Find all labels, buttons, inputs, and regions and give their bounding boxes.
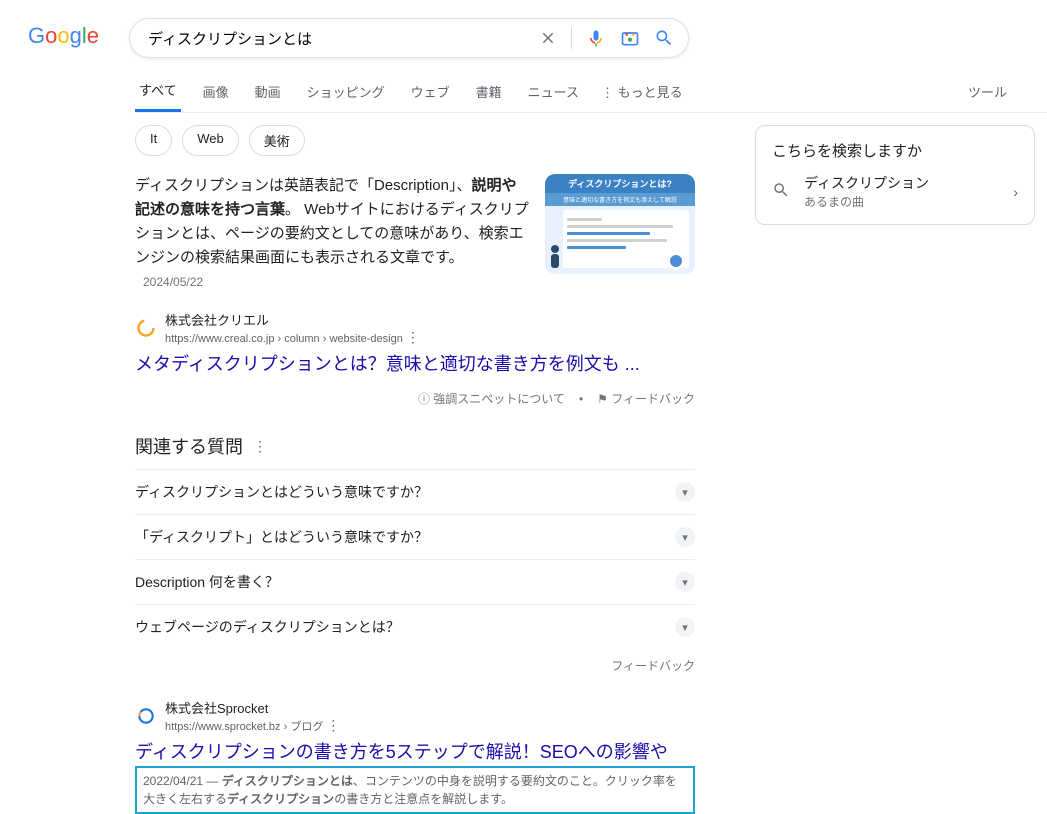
tab-books[interactable]: 書籍: [472, 82, 506, 111]
tab-web[interactable]: ウェブ: [407, 82, 454, 111]
paa-item[interactable]: ウェブページのディスクリプションとは？▾: [135, 604, 695, 649]
tab-videos[interactable]: 動画: [251, 82, 285, 111]
side-panel-title: こちらを検索しますか: [772, 140, 1018, 161]
paa-item[interactable]: Description 何を書く？▾: [135, 559, 695, 604]
search-input[interactable]: [148, 30, 539, 47]
clear-icon[interactable]: [539, 29, 557, 47]
favicon: [135, 705, 157, 727]
chevron-down-icon: ▾: [675, 527, 695, 547]
chevron-down-icon: ▾: [675, 482, 695, 502]
result-title[interactable]: ディスクリプションの書き方を5ステップで解説！SEOへの影響や: [135, 738, 668, 764]
source-menu-icon[interactable]: ⋮: [406, 329, 420, 345]
search-icon[interactable]: [654, 28, 674, 48]
source-url: https://www.sprocket.bz › ブログ ⋮: [165, 717, 340, 734]
source-url: https://www.creal.co.jp › column › websi…: [165, 329, 420, 346]
featured-snippet: ディスクリプションは英語表記で「Description」、説明や記述の意味を持つ…: [135, 174, 695, 294]
chip-art[interactable]: 美術: [249, 125, 305, 156]
source-menu-icon[interactable]: ⋮: [326, 717, 340, 733]
paa-item[interactable]: ディスクリプションとはどういう意味ですか？▾: [135, 469, 695, 514]
paa-heading: 関連する質問: [135, 433, 243, 459]
chevron-down-icon: ▾: [675, 572, 695, 592]
side-suggestion[interactable]: ディスクリプション あるまの曲 ›: [772, 173, 1018, 210]
tabs-row: すべて 画像 動画 ショッピング ウェブ 書籍 ニュース ⋮ もっと見る ツール: [135, 80, 1047, 113]
about-snippet-link[interactable]: ⓘ 強調スニペットについて: [418, 390, 565, 407]
result-title[interactable]: メタディスクリプションとは？意味と適切な書き方を例文も ...: [135, 350, 640, 376]
feedback-link[interactable]: ⚑ フィードバック: [597, 390, 695, 407]
highlighted-description: 2022/04/21 — ディスクリプションとは、コンテンツの中身を説明する要約…: [135, 766, 695, 814]
paa-item[interactable]: 「ディスクリプト」とはどういう意味ですか？▾: [135, 514, 695, 559]
search-box: [129, 18, 689, 58]
paa-feedback-link[interactable]: フィードバック: [135, 657, 695, 674]
image-search-icon[interactable]: [620, 28, 640, 48]
chip-web[interactable]: Web: [182, 125, 239, 156]
source-name: 株式会社Sprocket: [165, 698, 340, 717]
search-icon: [772, 181, 790, 202]
voice-search-icon[interactable]: [586, 28, 606, 48]
featured-date: 2024/05/22: [143, 275, 203, 289]
side-panel: こちらを検索しますか ディスクリプション あるまの曲 ›: [755, 125, 1035, 225]
tools-button[interactable]: ツール: [968, 82, 1007, 111]
paa-menu-icon[interactable]: ⋮: [253, 438, 267, 455]
tab-shopping[interactable]: ショッピング: [303, 82, 389, 111]
google-logo[interactable]: Google: [28, 23, 99, 49]
featured-image[interactable]: ディスクリプションとは? 意味と適切な書き方を例文も添えして解説: [545, 174, 695, 274]
tab-news[interactable]: ニュース: [524, 82, 583, 111]
result-source: 株式会社クリエル https://www.creal.co.jp › colum…: [135, 310, 695, 346]
favicon: [135, 317, 157, 339]
tab-images[interactable]: 画像: [199, 82, 233, 111]
chip-it[interactable]: It: [135, 125, 172, 156]
chevron-right-icon: ›: [1013, 184, 1018, 200]
chevron-down-icon: ▾: [675, 617, 695, 637]
tab-all[interactable]: すべて: [135, 80, 181, 112]
more-tab[interactable]: ⋮ もっと見る: [601, 82, 683, 111]
source-name: 株式会社クリエル: [165, 310, 420, 329]
